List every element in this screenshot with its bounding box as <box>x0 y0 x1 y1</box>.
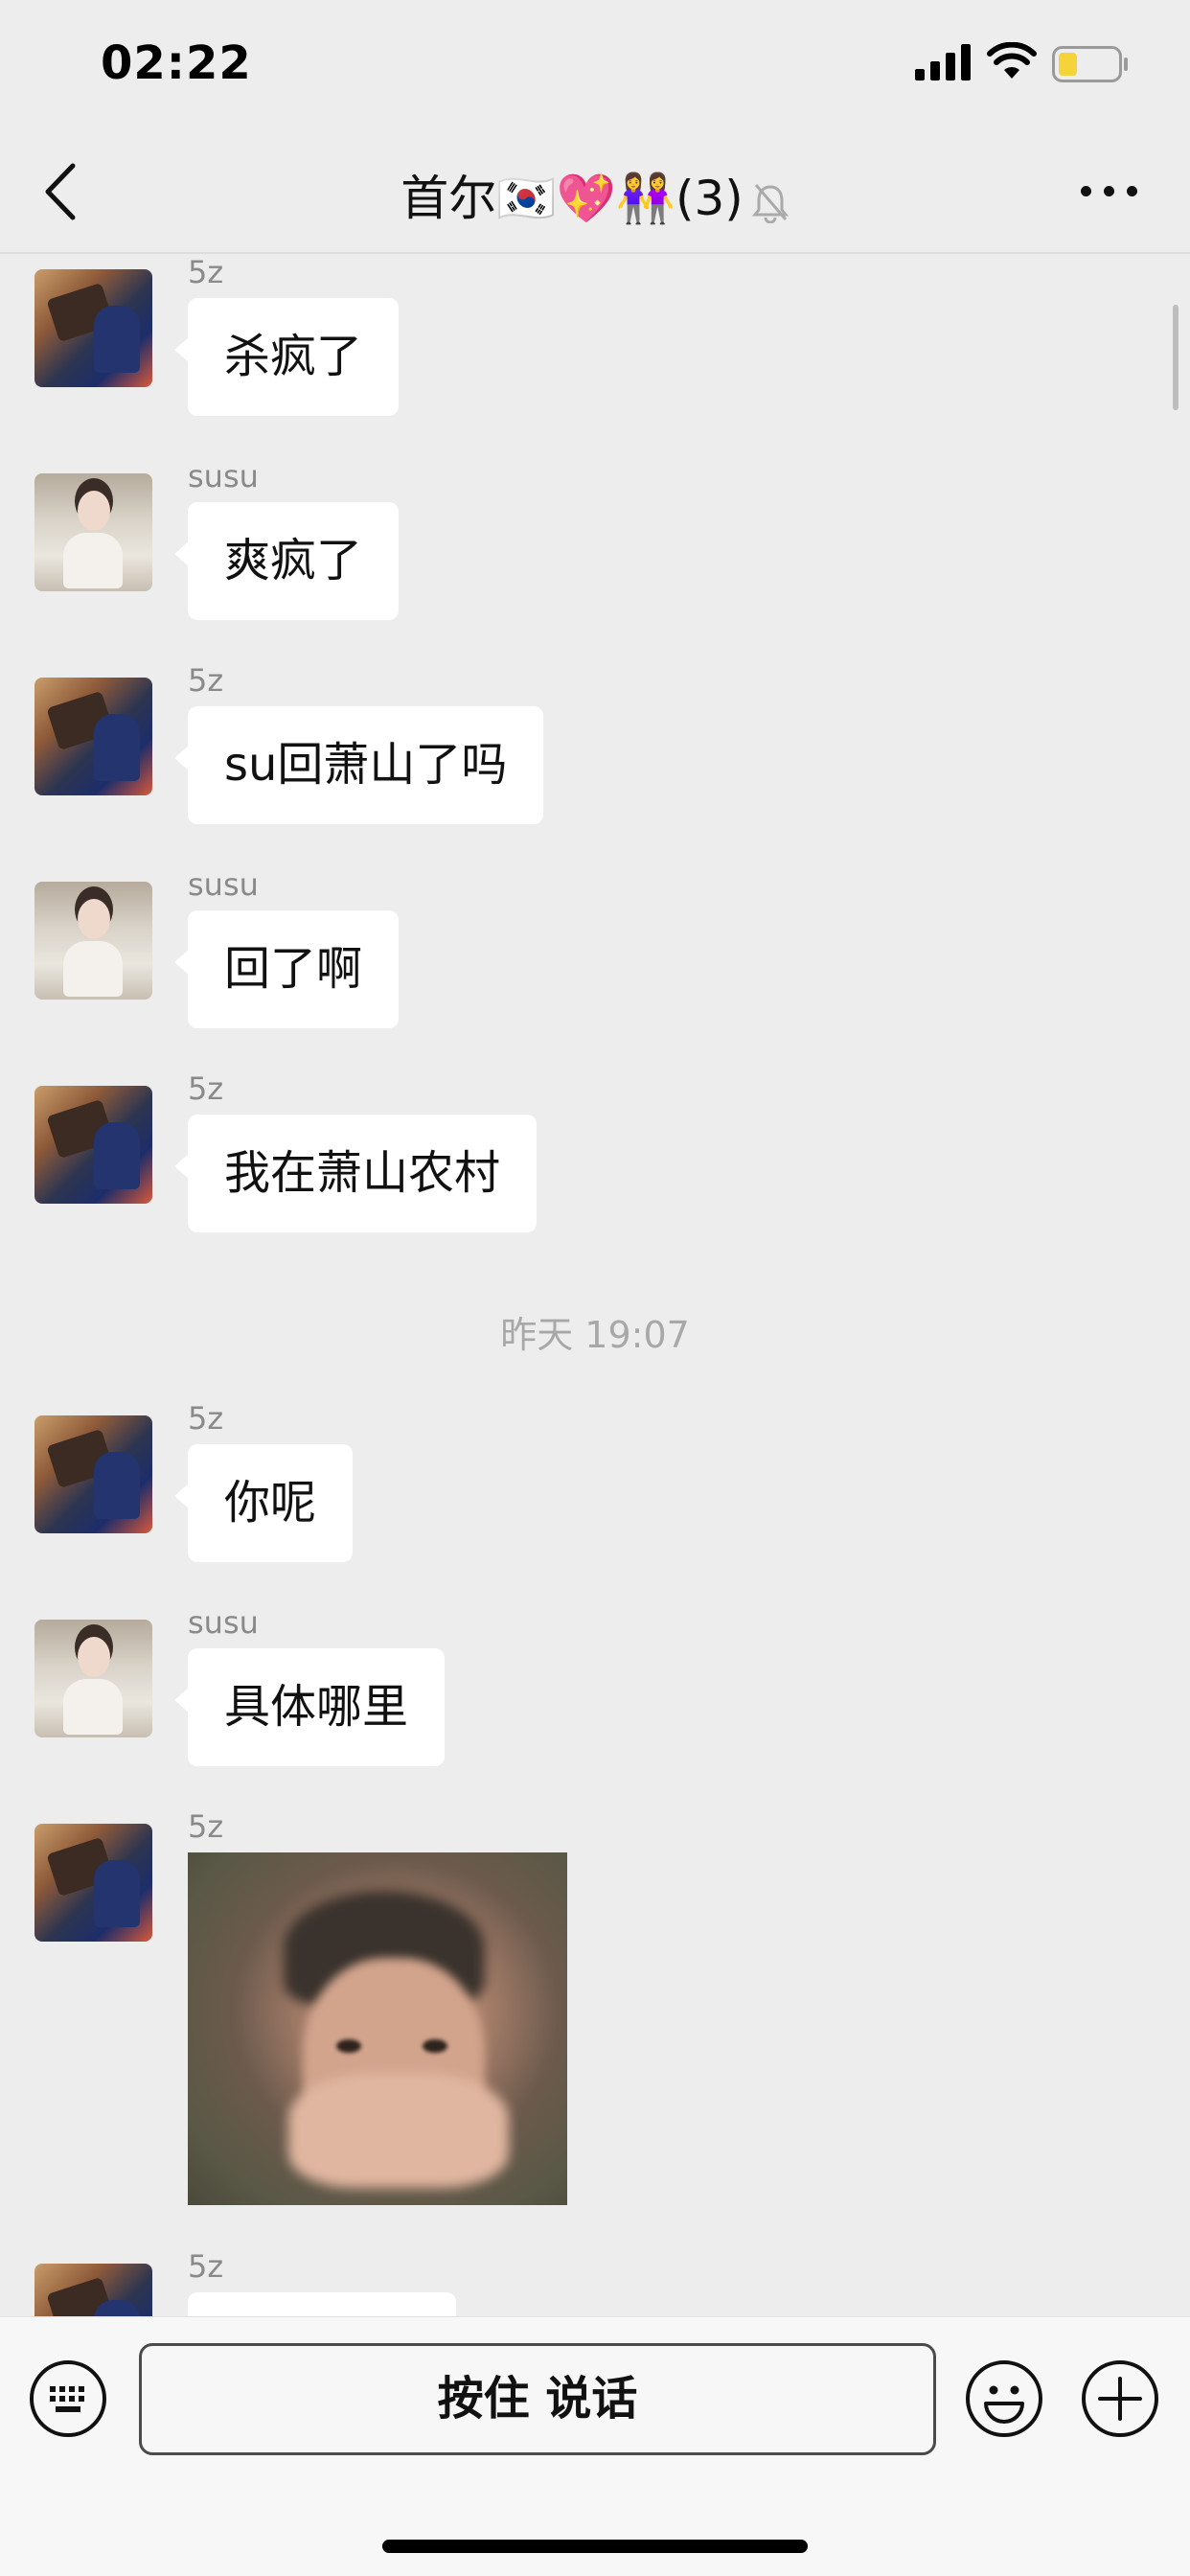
input-bar: 按住 说话 <box>0 2316 1190 2576</box>
sender-name: 5z <box>188 2248 224 2285</box>
message-bubble[interactable] <box>188 2292 456 2316</box>
avatar-susu[interactable] <box>34 1620 152 1737</box>
message-bubble[interactable]: 爽疯了 <box>173 502 400 620</box>
chat-title-text: 首尔🇰🇷💖👭(3) <box>400 171 744 226</box>
wifi-icon <box>987 42 1037 79</box>
sender-name: susu <box>188 1604 259 1641</box>
message-list[interactable]: 5z 杀疯了 susu 爽疯了 5z su回萧山了吗 susu 回了啊 5z 我… <box>0 256 1190 2316</box>
avatar-5z[interactable] <box>34 2264 152 2316</box>
avatar-susu[interactable] <box>34 882 152 1000</box>
sender-name: 5z <box>188 1808 224 1845</box>
avatar-5z[interactable] <box>34 1086 152 1204</box>
time-divider: 昨天 19:07 <box>500 1314 690 1356</box>
message-bubble[interactable]: 具体哪里 <box>173 1648 446 1766</box>
keyboard-icon[interactable] <box>29 2359 107 2438</box>
avatar-5z[interactable] <box>34 269 152 387</box>
sender-name: susu <box>188 866 259 903</box>
message-bubble[interactable]: 我在萧山农村 <box>173 1115 538 1232</box>
bell-slash-icon <box>751 183 789 223</box>
message-bubble[interactable]: 回了啊 <box>173 910 400 1028</box>
message-bubble[interactable]: su回萧山了吗 <box>173 706 544 824</box>
avatar-susu[interactable] <box>34 473 152 591</box>
image-message[interactable] <box>188 1852 567 2205</box>
home-indicator <box>382 2540 808 2553</box>
avatar-5z[interactable] <box>34 1824 152 1942</box>
sender-name: 5z <box>188 662 224 699</box>
avatar-5z[interactable] <box>34 678 152 795</box>
battery-icon <box>1052 46 1128 82</box>
sender-name: 5z <box>188 1400 224 1437</box>
plus-circle-icon[interactable] <box>1081 2359 1159 2438</box>
hold-to-talk-button[interactable]: 按住 说话 <box>139 2343 936 2455</box>
sender-name: 5z <box>188 256 224 290</box>
status-bar: 02:22 <box>0 0 1190 129</box>
smiley-icon[interactable] <box>965 2359 1043 2438</box>
status-time: 02:22 <box>101 36 252 90</box>
sender-name: 5z <box>188 1070 224 1107</box>
message-bubble[interactable]: 杀疯了 <box>173 298 400 416</box>
message-bubble[interactable]: 你呢 <box>173 1444 354 1562</box>
chat-header: 首尔🇰🇷💖👭(3) <box>0 129 1190 254</box>
more-dots-icon[interactable] <box>1075 175 1144 204</box>
chat-title: 首尔🇰🇷💖👭(3) <box>0 160 1190 229</box>
cellular-signal-icon <box>915 44 971 80</box>
sender-name: susu <box>188 458 259 494</box>
avatar-5z[interactable] <box>34 1415 152 1533</box>
